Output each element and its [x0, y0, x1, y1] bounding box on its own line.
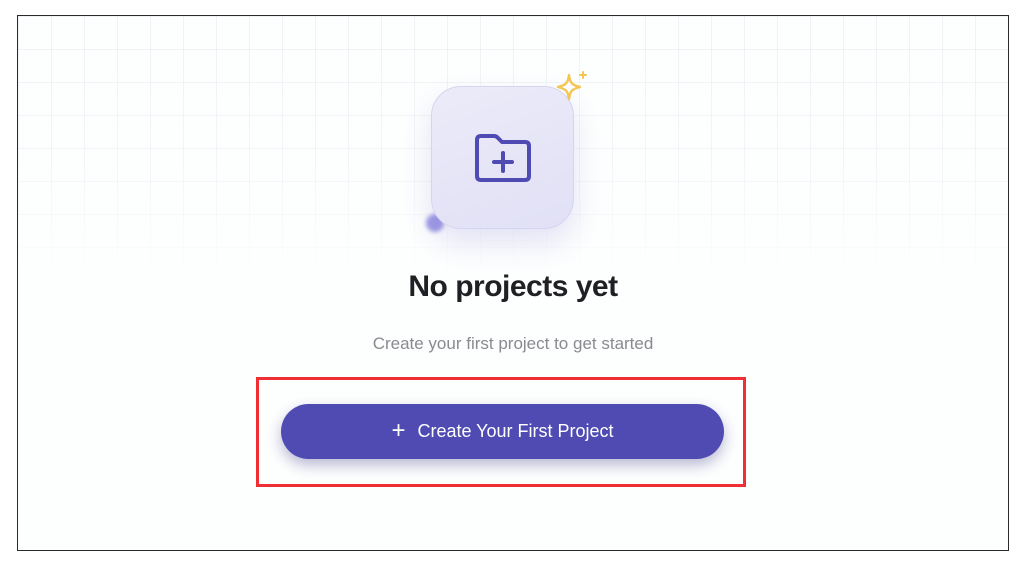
empty-state-subtitle: Create your first project to get started — [372, 334, 654, 353]
plus-icon: + — [391, 416, 406, 444]
app-window: No projects yet Create your first projec… — [17, 15, 1009, 551]
create-first-project-button[interactable]: + Create Your First Project — [281, 404, 724, 459]
sparkle-icon — [556, 71, 587, 101]
folder-plus-icon — [474, 133, 531, 182]
create-first-project-label: Create Your First Project — [417, 421, 614, 441]
empty-state-title: No projects yet — [408, 270, 618, 303]
